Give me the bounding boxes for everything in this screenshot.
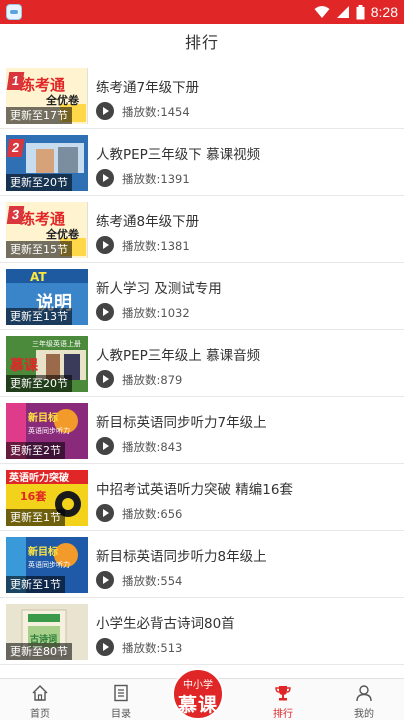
tab-profile[interactable]: 我的 xyxy=(324,679,404,720)
item-title: 练考通7年级下册 xyxy=(96,80,200,96)
update-badge: 更新至20节 xyxy=(6,174,72,191)
rank-badge: 1 xyxy=(6,72,25,90)
book-cover: 练考通 全优卷 1 更新至17节 xyxy=(6,68,88,124)
wifi-icon xyxy=(314,6,330,18)
play-icon[interactable] xyxy=(96,102,114,120)
svg-text:16套: 16套 xyxy=(20,489,47,503)
play-icon[interactable] xyxy=(96,236,114,254)
tab-label: 排行 xyxy=(273,709,293,720)
update-badge: 更新至1节 xyxy=(6,576,65,593)
play-icon[interactable] xyxy=(96,571,114,589)
svg-text:练考通: 练考通 xyxy=(20,210,65,228)
catalog-icon xyxy=(114,684,128,702)
app-notification-icon xyxy=(6,4,22,20)
book-cover: 2 更新至20节 xyxy=(6,135,88,191)
profile-icon xyxy=(356,685,372,702)
book-cover: 新目标 英语同步听力 更新至1节 xyxy=(6,537,88,593)
play-icon[interactable] xyxy=(96,303,114,321)
cover-divider xyxy=(87,202,88,258)
title-bar: 排行 xyxy=(0,24,404,62)
list-item[interactable]: 2 更新至20节 人教PEP三年级下 慕课视频 播放数:1391 xyxy=(0,129,404,196)
list-item[interactable]: AT 说明 更新至13节 新人学习 及测试专用 播放数:1032 xyxy=(0,263,404,330)
play-count: 播放数:1381 xyxy=(122,239,190,253)
center-logo-button[interactable]: 中小学 慕课 xyxy=(172,668,224,720)
list-item[interactable]: 练考通 全优卷 1 更新至17节 练考通7年级下册 播放数:1454 xyxy=(0,62,404,129)
book-cover: 新目标 英语同步听力 更新至2节 xyxy=(6,403,88,459)
status-bar: 8:28 xyxy=(0,0,404,24)
item-title: 小学生必背古诗词80首 xyxy=(96,616,235,632)
play-count: 播放数:1391 xyxy=(122,172,190,186)
item-title: 练考通8年级下册 xyxy=(96,214,200,230)
svg-text:全优卷: 全优卷 xyxy=(45,227,80,241)
rank-badge: 2 xyxy=(6,139,25,157)
play-count: 播放数:1032 xyxy=(122,306,190,320)
play-count: 播放数:843 xyxy=(122,440,183,454)
play-icon[interactable] xyxy=(96,169,114,187)
item-title: 新目标英语同步听力7年级上 xyxy=(96,415,267,431)
svg-text:英语听力突破: 英语听力突破 xyxy=(8,471,69,484)
system-icons: 8:28 xyxy=(314,3,398,21)
list-item[interactable]: 慕课 三年级英语上册 更新至20节 人教PEP三年级上 慕课音频 播放数:879 xyxy=(0,330,404,397)
item-title: 新目标英语同步听力8年级上 xyxy=(96,549,267,565)
list-item[interactable]: 新目标 英语同步听力 更新至1节 新目标英语同步听力8年级上 播放数:554 xyxy=(0,531,404,598)
svg-text:英语同步听力: 英语同步听力 xyxy=(28,426,70,435)
book-cover: 练考通 全优卷 3 更新至15节 xyxy=(6,202,88,258)
tab-label: 我的 xyxy=(354,709,374,720)
svg-text:AT: AT xyxy=(30,270,47,284)
list-item[interactable]: 练考通 全优卷 3 更新至15节 练考通8年级下册 播放数:1381 xyxy=(0,196,404,263)
svg-text:慕课: 慕课 xyxy=(9,357,39,374)
update-badge: 更新至13节 xyxy=(6,308,72,325)
tab-ranking[interactable]: 排行 xyxy=(243,679,323,720)
play-icon[interactable] xyxy=(96,370,114,388)
svg-text:全优卷: 全优卷 xyxy=(45,93,80,107)
play-count: 播放数:554 xyxy=(122,574,183,588)
play-count: 播放数:1454 xyxy=(122,105,190,119)
tab-label: 目录 xyxy=(111,709,131,720)
update-badge: 更新至20节 xyxy=(6,375,72,392)
play-icon[interactable] xyxy=(96,504,114,522)
cover-divider xyxy=(87,68,88,124)
item-title: 人教PEP三年级上 慕课音频 xyxy=(96,348,261,364)
list-item[interactable]: 新目标 英语同步听力 更新至2节 新目标英语同步听力7年级上 播放数:843 xyxy=(0,397,404,464)
play-icon[interactable] xyxy=(96,437,114,455)
item-title: 人教PEP三年级下 慕课视频 xyxy=(96,147,261,163)
play-count: 播放数:656 xyxy=(122,507,183,521)
item-title: 新人学习 及测试专用 xyxy=(96,281,222,297)
tab-catalog[interactable]: 目录 xyxy=(81,679,161,720)
book-cover: 古诗词 更新至80节 xyxy=(6,604,88,660)
update-badge: 更新至17节 xyxy=(6,107,72,124)
rank-badge: 3 xyxy=(6,206,25,224)
svg-text:新目标: 新目标 xyxy=(28,545,58,558)
item-title: 中招考试英语听力突破 精编16套 xyxy=(96,482,293,498)
tab-label: 首页 xyxy=(30,709,50,720)
play-icon[interactable] xyxy=(96,638,114,656)
page-title: 排行 xyxy=(184,33,219,52)
book-cover: 英语听力突破 16套 更新至1节 xyxy=(6,470,88,526)
list-item[interactable]: 古诗词 更新至80节 小学生必背古诗词80首 播放数:513 xyxy=(0,598,404,665)
battery-icon xyxy=(356,4,365,19)
book-cover: AT 说明 更新至13节 xyxy=(6,269,88,325)
svg-text:新目标: 新目标 xyxy=(28,411,58,424)
update-badge: 更新至15节 xyxy=(6,241,72,258)
home-icon xyxy=(32,685,48,701)
svg-text:英语同步听力: 英语同步听力 xyxy=(28,560,70,569)
svg-text:练考通: 练考通 xyxy=(20,76,65,94)
clock: 8:28 xyxy=(370,4,398,20)
logo-line2: 慕课 xyxy=(177,694,218,716)
book-cover: 慕课 三年级英语上册 更新至20节 xyxy=(6,336,88,392)
trophy-icon xyxy=(275,686,291,701)
update-badge: 更新至2节 xyxy=(6,442,65,459)
list-item[interactable]: 英语听力突破 16套 更新至1节 中招考试英语听力突破 精编16套 播放数:65… xyxy=(0,464,404,531)
update-badge: 更新至80节 xyxy=(6,643,72,660)
signal-icon xyxy=(336,6,349,18)
play-count: 播放数:879 xyxy=(122,373,183,387)
svg-text:三年级英语上册: 三年级英语上册 xyxy=(32,339,81,348)
update-badge: 更新至1节 xyxy=(6,509,65,526)
tab-home[interactable]: 首页 xyxy=(0,679,80,720)
logo-line1: 中小学 xyxy=(183,680,213,691)
play-count: 播放数:513 xyxy=(122,641,183,655)
ranking-list[interactable]: 练考通 全优卷 1 更新至17节 练考通7年级下册 播放数:1454 2 更新至… xyxy=(0,62,404,676)
